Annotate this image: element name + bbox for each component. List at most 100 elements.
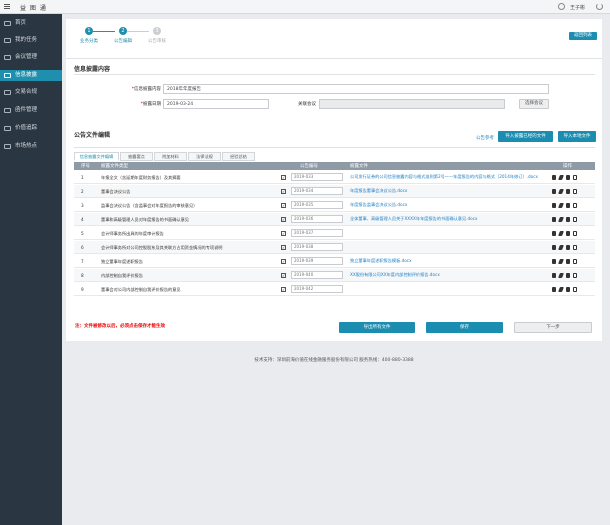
- edit-icon[interactable]: [558, 273, 564, 278]
- meeting-input[interactable]: [319, 99, 505, 109]
- row-checkbox[interactable]: ✓: [281, 245, 286, 250]
- sidebar-item-value[interactable]: 价值追踪: [0, 123, 62, 134]
- edit-icon[interactable]: [558, 231, 564, 236]
- sidebar-item-trade[interactable]: 交易合规: [0, 87, 62, 98]
- row-file-link[interactable]: XX股份有限公司XX年度内部控制评价报告.docx: [350, 272, 540, 281]
- upload-icon[interactable]: [552, 189, 556, 194]
- download-icon[interactable]: [573, 231, 577, 236]
- row-number-input[interactable]: 2019-039: [291, 257, 343, 265]
- row-checkbox[interactable]: ✓: [281, 203, 286, 208]
- row-number-input[interactable]: 2019-034: [291, 187, 343, 195]
- sidebar-item-tasks[interactable]: 我的任务: [0, 35, 62, 46]
- upload-icon[interactable]: [552, 217, 556, 222]
- sidebar-item-disclosure[interactable]: 信息披露: [0, 70, 62, 81]
- row-checkbox[interactable]: ✓: [281, 287, 286, 292]
- row-number-input[interactable]: 2019-040: [291, 271, 343, 279]
- row-number-input[interactable]: 2019-042: [291, 285, 343, 293]
- return-list-button[interactable]: 返回列表: [569, 32, 597, 40]
- row-actions: [552, 231, 582, 236]
- row-checkbox[interactable]: ✓: [281, 259, 286, 264]
- delete-icon[interactable]: [566, 203, 570, 208]
- delete-icon[interactable]: [566, 175, 570, 180]
- download-icon[interactable]: [573, 203, 577, 208]
- download-icon[interactable]: [573, 245, 577, 250]
- row-file-link[interactable]: [350, 230, 540, 239]
- edit-icon[interactable]: [558, 259, 564, 264]
- import-linked-button[interactable]: 导入披露已经的文件: [498, 131, 553, 142]
- delete-icon[interactable]: [566, 259, 570, 264]
- download-icon[interactable]: [573, 287, 577, 292]
- delete-icon[interactable]: [566, 287, 570, 292]
- row-file-link[interactable]: 全体董事、高级管理人员关于XXXX年年度报告的书面确认意见.docx: [350, 216, 540, 225]
- sidebar-item-home[interactable]: 首页: [0, 18, 62, 29]
- upload-icon[interactable]: [552, 203, 556, 208]
- row-number-input[interactable]: 2019-038: [291, 243, 343, 251]
- row-file-link[interactable]: 年度报告监事会决议公告.docx: [350, 202, 540, 211]
- row-number-input[interactable]: 2019-035: [291, 201, 343, 209]
- tab-experience[interactable]: 经验总结: [222, 152, 255, 161]
- download-icon[interactable]: [573, 175, 577, 180]
- next-step-button[interactable]: 下一步: [514, 322, 592, 333]
- edit-icon[interactable]: [558, 287, 564, 292]
- edit-icon[interactable]: [558, 203, 564, 208]
- download-icon[interactable]: [573, 259, 577, 264]
- delete-icon[interactable]: [566, 231, 570, 236]
- row-checkbox[interactable]: ✓: [281, 217, 286, 222]
- row-checkbox[interactable]: ✓: [281, 273, 286, 278]
- select-meeting-button[interactable]: 选择会议: [519, 99, 549, 109]
- power-icon[interactable]: [596, 3, 603, 10]
- sidebar-item-market[interactable]: 市场热点: [0, 141, 62, 152]
- row-file-link[interactable]: [350, 244, 540, 253]
- row-file-link[interactable]: 年度报告董事会决议公告.docx: [350, 188, 540, 197]
- row-file-link[interactable]: [350, 286, 540, 295]
- download-icon[interactable]: [573, 189, 577, 194]
- row-number-input[interactable]: 2019-033: [291, 173, 343, 181]
- menu-icon[interactable]: [4, 4, 10, 9]
- delete-icon[interactable]: [566, 245, 570, 250]
- tab-materials[interactable]: 附加材料: [154, 152, 187, 161]
- row-checkbox[interactable]: ✓: [281, 175, 286, 180]
- delete-icon[interactable]: [566, 217, 570, 222]
- top-bar: 益 图 通 王子彬: [0, 0, 610, 14]
- edit-icon[interactable]: [558, 189, 564, 194]
- tab-laws[interactable]: 法律法规: [188, 152, 221, 161]
- reference-link[interactable]: 公告参考: [476, 135, 494, 141]
- download-icon[interactable]: [573, 273, 577, 278]
- table-row: 7 独立董事年度述职报告 ✓ 2019-039 独立董事年度述职报告模板.docx: [74, 255, 595, 268]
- step-indicator: 1 业务分类 2 公告编辑 3 公告审核: [74, 27, 174, 53]
- upload-icon[interactable]: [552, 231, 556, 236]
- export-all-button[interactable]: 导出所有文件: [339, 322, 415, 333]
- upload-icon[interactable]: [552, 245, 556, 250]
- row-file-link[interactable]: 独立董事年度述职报告模板.docx: [350, 258, 540, 267]
- edit-icon[interactable]: [558, 175, 564, 180]
- footer: 技术支持：深圳前海价值在线金融服务股份有限公司 服务热线：400-880-338…: [254, 358, 414, 363]
- upload-icon[interactable]: [552, 175, 556, 180]
- edit-icon[interactable]: [558, 217, 564, 222]
- content-input[interactable]: 2018年年度报告: [163, 84, 549, 94]
- row-checkbox[interactable]: ✓: [281, 231, 286, 236]
- upload-icon[interactable]: [552, 273, 556, 278]
- trade-icon: [4, 90, 11, 95]
- meeting-icon: [4, 55, 11, 60]
- save-button[interactable]: 保存: [426, 322, 503, 333]
- sidebar-item-meetings[interactable]: 会议管理: [0, 52, 62, 63]
- delete-icon[interactable]: [566, 189, 570, 194]
- row-index: 5: [81, 231, 84, 236]
- row-checkbox[interactable]: ✓: [281, 189, 286, 194]
- row-index: 2: [81, 189, 84, 194]
- avatar-icon[interactable]: [558, 3, 565, 10]
- edit-icon[interactable]: [558, 245, 564, 250]
- row-number-input[interactable]: 2019-037: [291, 229, 343, 237]
- import-local-button[interactable]: 导入本地文件: [558, 131, 596, 142]
- upload-icon[interactable]: [552, 259, 556, 264]
- tab-points[interactable]: 披露要点: [120, 152, 153, 161]
- row-number-input[interactable]: 2019-036: [291, 215, 343, 223]
- row-file-link[interactable]: 公司发行证券的公司信息披露内容与格式准则第2号——年度报告的内容与格式（2014…: [350, 174, 540, 183]
- delete-icon[interactable]: [566, 273, 570, 278]
- upload-icon[interactable]: [552, 287, 556, 292]
- user-name[interactable]: 王子彬: [570, 4, 585, 11]
- date-input[interactable]: 2019-03-24: [163, 99, 269, 109]
- tab-edit[interactable]: 信息披露文件编辑: [74, 152, 119, 161]
- sidebar-item-letters[interactable]: 函件管理: [0, 105, 62, 116]
- download-icon[interactable]: [573, 217, 577, 222]
